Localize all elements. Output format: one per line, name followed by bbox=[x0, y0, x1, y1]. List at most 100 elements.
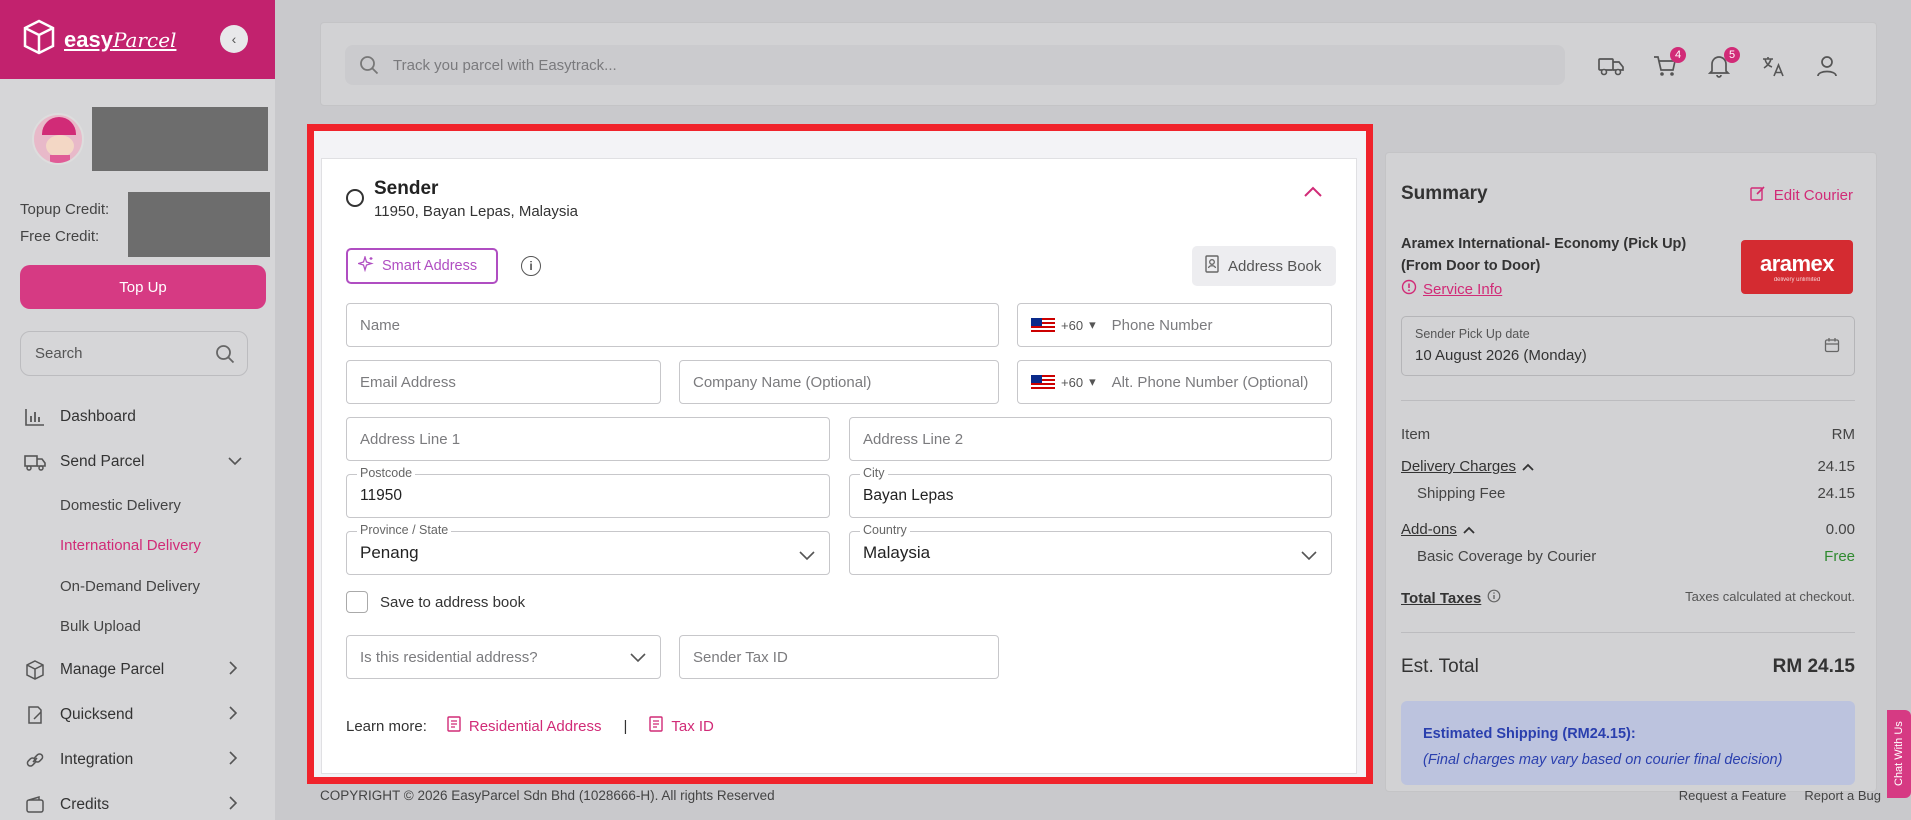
delivery-charges-label: Delivery Charges bbox=[1401, 458, 1517, 475]
document-icon bbox=[447, 716, 461, 736]
chevron-right-icon bbox=[228, 750, 238, 770]
box-icon bbox=[24, 659, 46, 681]
profile bbox=[0, 79, 275, 189]
state-select[interactable]: Province / State Penang bbox=[346, 523, 830, 575]
alt-phone-field[interactable]: +60 ▾ Alt. Phone Number (Optional) bbox=[1017, 360, 1332, 404]
edit-icon bbox=[1750, 185, 1766, 205]
free-credit-label: Free Credit: bbox=[20, 228, 100, 245]
caret-down-icon: ▾ bbox=[1089, 374, 1096, 389]
credit-labels: Topup Credit: Free Credit: bbox=[20, 196, 109, 250]
translate-icon[interactable] bbox=[1760, 53, 1786, 79]
sidebar-item-on-demand-delivery[interactable]: On-Demand Delivery bbox=[60, 578, 200, 595]
smart-address-button[interactable]: Smart Address bbox=[346, 248, 498, 284]
country-select[interactable]: Country Malaysia bbox=[849, 523, 1332, 575]
postcode-label: Postcode bbox=[357, 466, 416, 480]
save-to-address-book-checkbox[interactable] bbox=[346, 591, 368, 613]
alt-country-code-select[interactable]: +60 ▾ bbox=[1031, 374, 1096, 390]
edit-courier-button[interactable]: Edit Courier bbox=[1750, 185, 1853, 205]
postcode-value: 11950 bbox=[360, 487, 402, 504]
info-icon bbox=[1401, 279, 1417, 299]
bell-icon[interactable]: 5 bbox=[1706, 47, 1740, 79]
city-value: Bayan Lepas bbox=[863, 487, 954, 504]
sidebar-item-dashboard[interactable]: Dashboard bbox=[0, 402, 275, 432]
sidebar-search-placeholder: Search bbox=[35, 345, 83, 362]
pickup-date-field[interactable]: Sender Pick Up date 10 August 2026 (Mond… bbox=[1401, 316, 1855, 376]
sidebar-item-send-parcel[interactable]: Send Parcel bbox=[0, 447, 275, 477]
chevron-right-icon bbox=[228, 795, 238, 815]
top-up-button[interactable]: Top Up bbox=[20, 265, 266, 309]
residential-placeholder: Is this residential address? bbox=[360, 648, 538, 666]
postcode-field[interactable]: Postcode 11950 bbox=[346, 466, 830, 518]
sidebar-item-international-delivery[interactable]: International Delivery bbox=[60, 537, 201, 554]
report-bug-link[interactable]: Report a Bug bbox=[1804, 788, 1881, 803]
sidebar-item-quicksend[interactable]: Quicksend bbox=[0, 700, 275, 730]
delivery-charges-row[interactable]: Delivery Charges 24.15 bbox=[1401, 458, 1855, 475]
sender-title: Sender bbox=[374, 178, 439, 199]
name-field[interactable]: Name bbox=[346, 303, 999, 347]
state-label: Province / State bbox=[357, 523, 452, 537]
contact-book-icon bbox=[1204, 255, 1220, 277]
brand-logo[interactable]: easyParcel bbox=[64, 27, 176, 53]
estimated-shipping-title: Estimated Shipping (RM24.15): bbox=[1423, 726, 1636, 742]
sender-address-summary: 11950, Bayan Lepas, Malaysia bbox=[374, 203, 579, 220]
address-book-button[interactable]: Address Book bbox=[1192, 246, 1336, 286]
country-code-select[interactable]: +60 ▾ bbox=[1031, 317, 1096, 333]
avatar[interactable] bbox=[32, 113, 84, 165]
address-line-2-field[interactable]: Address Line 2 bbox=[849, 417, 1332, 461]
search-icon[interactable] bbox=[215, 344, 235, 368]
sender-radio[interactable] bbox=[346, 189, 364, 207]
easytrack-search-input[interactable]: Track you parcel with Easytrack... bbox=[345, 45, 1565, 85]
total-taxes-label[interactable]: Total Taxes bbox=[1401, 590, 1481, 607]
request-feature-link[interactable]: Request a Feature bbox=[1679, 788, 1787, 803]
chevron-right-icon bbox=[228, 705, 238, 725]
city-field[interactable]: City Bayan Lepas bbox=[849, 466, 1332, 518]
divider bbox=[1401, 632, 1855, 633]
chevron-down-icon bbox=[630, 650, 646, 667]
address-line-1-field[interactable]: Address Line 1 bbox=[346, 417, 830, 461]
learn-more-label: Learn more: bbox=[346, 717, 427, 735]
addons-row[interactable]: Add-ons 0.00 bbox=[1401, 521, 1855, 538]
calendar-icon[interactable] bbox=[1824, 337, 1840, 358]
cart-icon[interactable]: 4 bbox=[1652, 47, 1686, 79]
tax-id-link[interactable]: Tax ID bbox=[649, 716, 714, 736]
sidebar-search-input[interactable]: Search bbox=[20, 331, 248, 376]
chat-with-us-tab[interactable]: Chat With Us bbox=[1887, 710, 1911, 798]
sender-tax-id-field[interactable]: Sender Tax ID bbox=[679, 635, 999, 679]
save-to-address-book-row[interactable]: Save to address book bbox=[346, 591, 525, 613]
collapse-sidebar-button[interactable]: ‹ bbox=[220, 25, 248, 53]
email-field[interactable]: Email Address bbox=[346, 360, 661, 404]
chevron-up-icon bbox=[1522, 458, 1534, 475]
edit-courier-label: Edit Courier bbox=[1773, 186, 1853, 204]
state-value: Penang bbox=[360, 543, 419, 562]
sidebar-label-credits: Credits bbox=[60, 796, 110, 813]
edit-document-icon bbox=[24, 704, 46, 726]
sidebar-item-credits[interactable]: Credits bbox=[0, 790, 275, 820]
residential-select[interactable]: Is this residential address? bbox=[346, 635, 661, 679]
sidebar-label-send-parcel: Send Parcel bbox=[60, 453, 145, 470]
basic-coverage-row: Basic Coverage by Courier Free bbox=[1417, 548, 1855, 565]
sidebar-item-bulk-upload[interactable]: Bulk Upload bbox=[60, 618, 141, 635]
service-info-link[interactable]: Service Info bbox=[1401, 279, 1502, 299]
delivery-truck-icon[interactable] bbox=[1598, 53, 1624, 79]
estimated-shipping-box: Estimated Shipping (RM24.15): (Final cha… bbox=[1401, 701, 1855, 785]
tax-id-link-label: Tax ID bbox=[671, 717, 714, 735]
info-icon[interactable] bbox=[1487, 589, 1501, 607]
chevron-up-icon[interactable] bbox=[1304, 185, 1322, 203]
info-icon[interactable]: i bbox=[521, 256, 541, 276]
shipping-fee-label: Shipping Fee bbox=[1417, 485, 1506, 502]
sidebar-label-manage-parcel: Manage Parcel bbox=[60, 661, 165, 678]
aramex-logo: aramex delivery unlimited bbox=[1741, 240, 1853, 294]
sidebar: easyParcel ‹ Topup Credit: Free Credit: … bbox=[0, 0, 275, 820]
residential-address-link[interactable]: Residential Address bbox=[447, 716, 601, 736]
phone-field[interactable]: +60 ▾ Phone Number bbox=[1017, 303, 1332, 347]
search-icon bbox=[359, 55, 379, 79]
sidebar-item-manage-parcel[interactable]: Manage Parcel bbox=[0, 655, 275, 685]
top-bar: Track you parcel with Easytrack... 4 5 bbox=[320, 22, 1877, 106]
addons-label: Add-ons bbox=[1401, 521, 1457, 538]
user-icon[interactable] bbox=[1814, 53, 1840, 79]
delivery-charges-value: 24.15 bbox=[1817, 458, 1855, 475]
sidebar-item-domestic-delivery[interactable]: Domestic Delivery bbox=[60, 497, 181, 514]
company-field[interactable]: Company Name (Optional) bbox=[679, 360, 999, 404]
email-placeholder: Email Address bbox=[360, 373, 456, 391]
sidebar-item-integration[interactable]: Integration bbox=[0, 745, 275, 775]
